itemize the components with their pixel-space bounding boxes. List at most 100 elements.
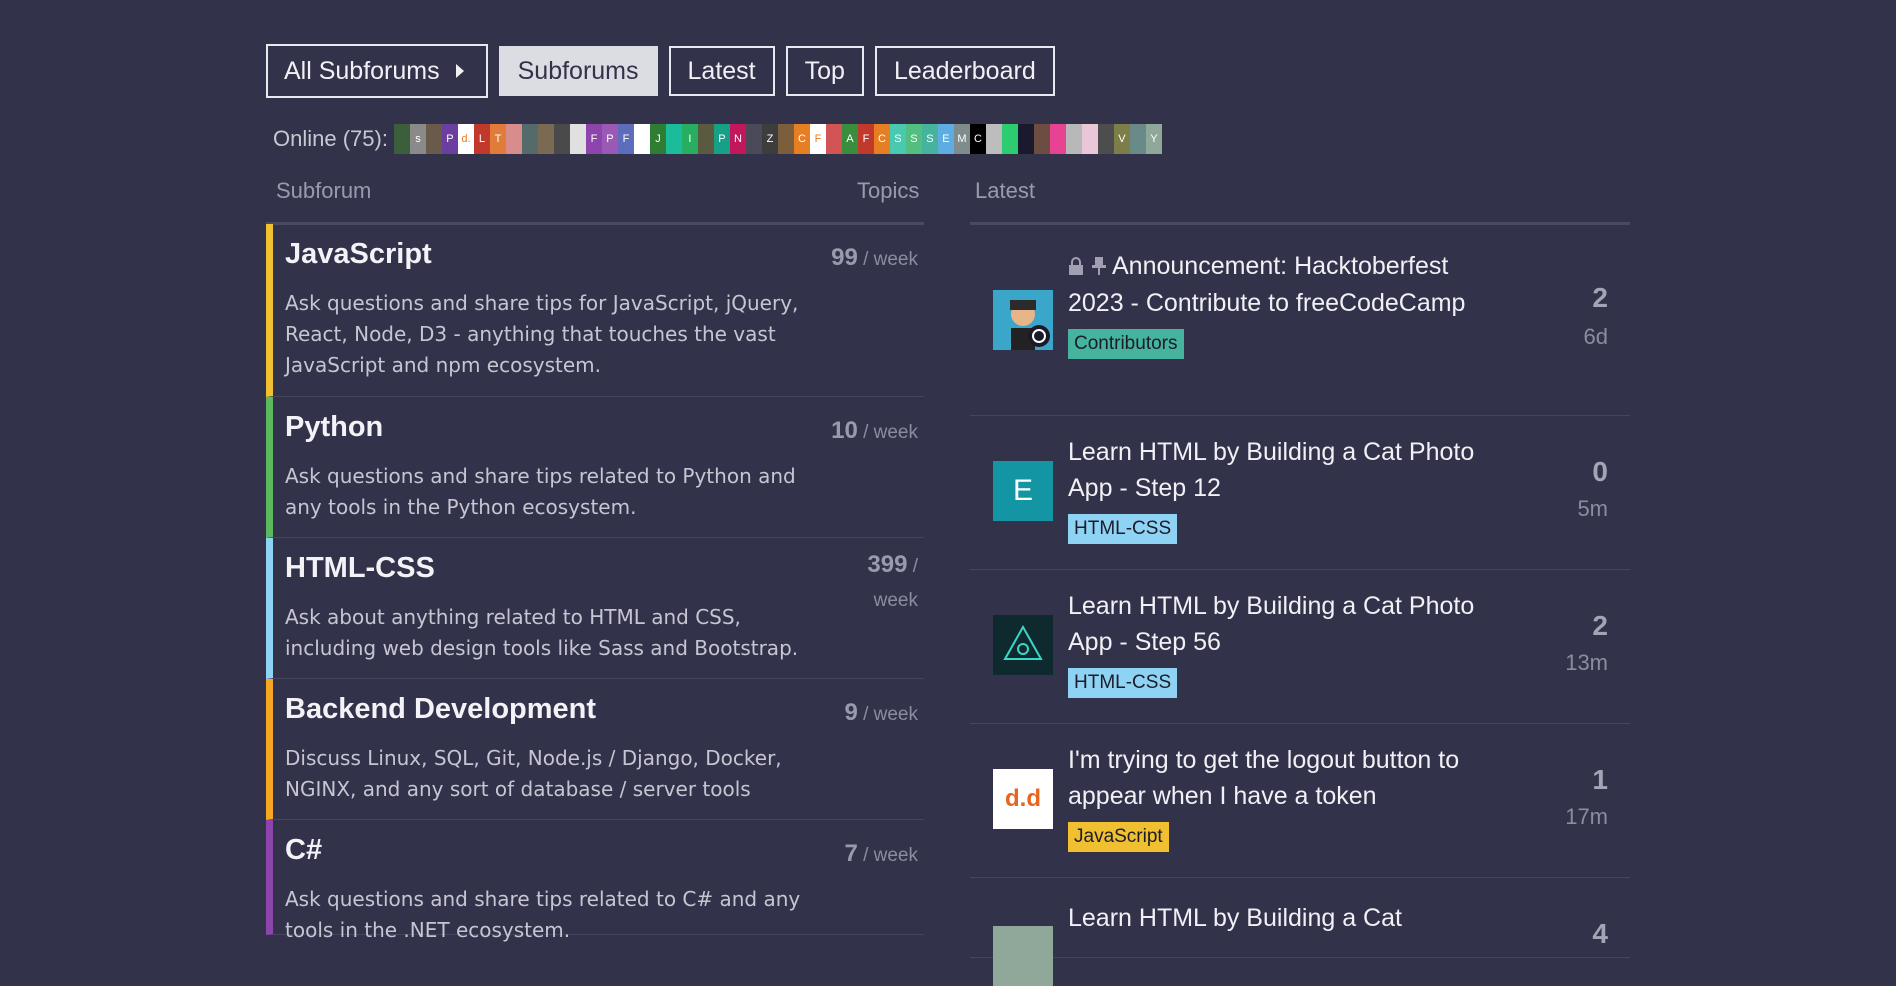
tab-top[interactable]: Top: [785, 46, 864, 96]
activity-age[interactable]: 13m: [1565, 650, 1608, 676]
topic-title[interactable]: Announcement: Hacktoberfest 2023 - Contr…: [1068, 248, 1478, 360]
topic-title[interactable]: Learn HTML by Building a Cat Photo App -…: [1068, 588, 1478, 698]
avatar[interactable]: I: [681, 124, 698, 154]
avatar[interactable]: E: [993, 461, 1053, 521]
topic-title[interactable]: Learn HTML by Building a Cat: [1068, 900, 1478, 936]
avatar[interactable]: [825, 124, 842, 154]
avatar[interactable]: [1033, 124, 1050, 154]
avatar[interactable]: N: [729, 124, 746, 154]
pin-icon: [1092, 249, 1106, 285]
avatar[interactable]: P: [441, 124, 458, 154]
avatar[interactable]: [1001, 124, 1018, 154]
avatar[interactable]: C: [873, 124, 890, 154]
subforum-name[interactable]: HTML-CSS: [285, 552, 435, 585]
topic-badge-row: HTML-CSS: [1068, 508, 1478, 544]
avatar[interactable]: [1081, 124, 1098, 154]
topic-count-unit: / week: [857, 249, 918, 270]
avatar[interactable]: M: [953, 124, 970, 154]
avatar[interactable]: [537, 124, 554, 154]
avatar[interactable]: [993, 926, 1053, 986]
avatar[interactable]: [1017, 124, 1034, 154]
tab-subforums[interactable]: Subforums: [498, 46, 658, 96]
topic-title-text[interactable]: Learn HTML by Building a Cat: [1068, 904, 1402, 932]
avatar[interactable]: A: [841, 124, 858, 154]
avatar[interactable]: C: [793, 124, 810, 154]
avatar[interactable]: d.: [457, 124, 474, 154]
topic-row[interactable]: Learn HTML by Building a Cat Photo App -…: [970, 570, 1630, 724]
avatar[interactable]: [697, 124, 714, 154]
avatar[interactable]: [745, 124, 762, 154]
subforum-item[interactable]: HTML-CSS Ask about anything related to HT…: [266, 538, 924, 679]
avatar[interactable]: [1097, 124, 1114, 154]
all-subforums-dropdown[interactable]: All Subforums: [266, 44, 488, 98]
topic-row[interactable]: Learn HTML by Building a Cat 4: [970, 878, 1630, 986]
avatar[interactable]: [425, 124, 442, 154]
topic-count: 9: [844, 699, 858, 726]
activity-age[interactable]: 6d: [1584, 324, 1608, 350]
activity-age[interactable]: 17m: [1565, 804, 1608, 830]
subforum-name[interactable]: Python: [285, 411, 383, 444]
avatar[interactable]: V: [1113, 124, 1130, 154]
category-badge[interactable]: Contributors: [1068, 329, 1184, 360]
subforum-name[interactable]: C#: [285, 834, 322, 867]
subforum-name[interactable]: Backend Development: [285, 693, 596, 726]
topic-title-text[interactable]: Announcement: Hacktoberfest 2023 - Contr…: [1068, 252, 1465, 317]
topic-count: 7: [844, 840, 858, 867]
avatar[interactable]: S: [921, 124, 938, 154]
subforum-name[interactable]: JavaScript: [285, 238, 432, 271]
avatar[interactable]: [1065, 124, 1082, 154]
top-navigation: All Subforums Subforums Latest Top Leade…: [266, 44, 1055, 98]
tab-latest[interactable]: Latest: [668, 46, 775, 96]
topic-title-text[interactable]: Learn HTML by Building a Cat Photo App -…: [1068, 592, 1474, 656]
avatar[interactable]: [1129, 124, 1146, 154]
avatar[interactable]: [993, 615, 1053, 675]
avatar[interactable]: [633, 124, 650, 154]
avatar[interactable]: F: [857, 124, 874, 154]
avatar[interactable]: [521, 124, 538, 154]
avatar[interactable]: S: [905, 124, 922, 154]
avatar[interactable]: Y: [1145, 124, 1162, 154]
subforum-item[interactable]: JavaScript Ask questions and share tips f…: [266, 224, 924, 397]
topic-title-text[interactable]: Learn HTML by Building a Cat Photo App -…: [1068, 438, 1474, 502]
avatar[interactable]: S: [889, 124, 906, 154]
avatar[interactable]: [393, 124, 410, 154]
topic-row[interactable]: E Learn HTML by Building a Cat Photo App …: [970, 416, 1630, 570]
avatar[interactable]: [553, 124, 570, 154]
avatar[interactable]: P: [601, 124, 618, 154]
caret-right-icon: [455, 64, 464, 78]
topic-row[interactable]: Announcement: Hacktoberfest 2023 - Contr…: [970, 224, 1630, 416]
subforum-item[interactable]: Python Ask questions and share tips relat…: [266, 397, 924, 538]
topic-title-text[interactable]: I'm trying to get the logout button to a…: [1068, 746, 1459, 810]
avatar[interactable]: s: [409, 124, 426, 154]
avatar[interactable]: [505, 124, 522, 154]
avatar[interactable]: C: [969, 124, 986, 154]
avatar[interactable]: L: [473, 124, 490, 154]
avatar[interactable]: T: [489, 124, 506, 154]
category-badge[interactable]: HTML-CSS: [1068, 668, 1178, 698]
avatar[interactable]: [569, 124, 586, 154]
avatar[interactable]: Z: [761, 124, 778, 154]
avatar[interactable]: [1049, 124, 1066, 154]
topics-per-week: 99 / week: [831, 244, 918, 272]
avatar[interactable]: [665, 124, 682, 154]
avatar[interactable]: [777, 124, 794, 154]
avatar[interactable]: P: [713, 124, 730, 154]
topic-title[interactable]: I'm trying to get the logout button to a…: [1068, 742, 1478, 852]
avatar[interactable]: [985, 124, 1002, 154]
avatar[interactable]: E: [937, 124, 954, 154]
tab-leaderboard[interactable]: Leaderboard: [874, 46, 1055, 96]
activity-age[interactable]: 5m: [1577, 496, 1608, 522]
avatar[interactable]: [993, 290, 1053, 350]
category-badge[interactable]: HTML-CSS: [1068, 514, 1178, 544]
avatar[interactable]: J: [649, 124, 666, 154]
avatar[interactable]: d.d: [993, 769, 1053, 829]
topic-row[interactable]: d.d I'm trying to get the logout button t…: [970, 724, 1630, 878]
avatar[interactable]: F: [585, 124, 602, 154]
avatar[interactable]: F: [809, 124, 826, 154]
subforum-description: Ask questions and share tips related to …: [285, 464, 796, 519]
avatar[interactable]: F: [617, 124, 634, 154]
topic-title[interactable]: Learn HTML by Building a Cat Photo App -…: [1068, 434, 1478, 544]
subforum-item[interactable]: Backend Development Discuss Linux, SQL, G…: [266, 679, 924, 820]
category-badge[interactable]: JavaScript: [1068, 822, 1169, 852]
subforum-item[interactable]: C# Ask questions and share tips related t…: [266, 820, 924, 942]
